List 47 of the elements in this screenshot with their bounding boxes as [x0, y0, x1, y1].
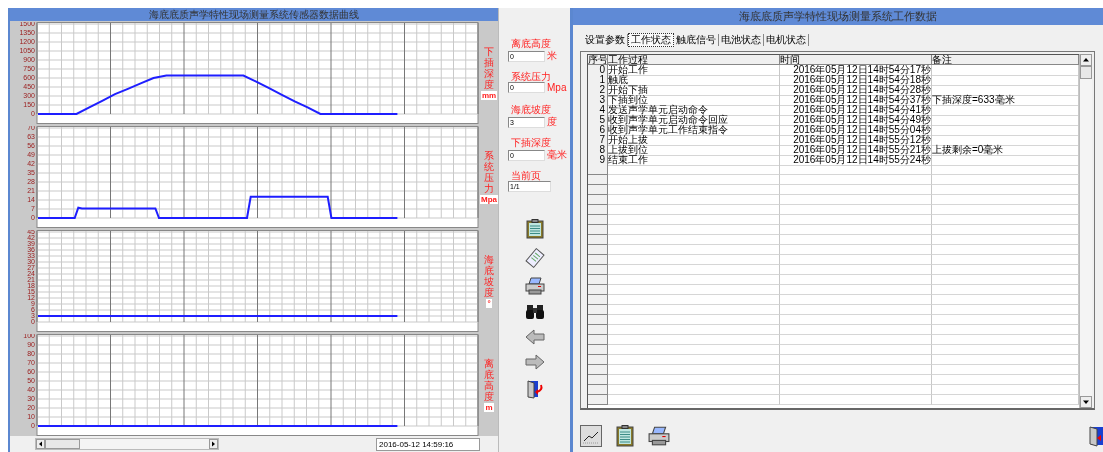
table-cell: 2016年05月12日14时54分28秒 [780, 85, 932, 96]
table-cell: 下插深度=633毫米 [932, 95, 1079, 106]
unit-label: Mpa [547, 82, 567, 93]
table-cell: 2016年05月12日14时54分37秒 [780, 95, 932, 106]
tab[interactable]: 工作状态 [628, 33, 674, 47]
unit-label: mm [480, 91, 498, 100]
unit-label: ° [486, 299, 492, 308]
table-cell: 2016年05月12日14时55分24秒 [780, 155, 932, 166]
table-cell: 2016年05月12日14时54分18秒 [780, 75, 932, 86]
field-label: 系统压力 [510, 71, 552, 82]
table-cell: 2016年05月12日14时54分41秒 [780, 105, 932, 116]
unit-label: Mpa [480, 195, 498, 204]
table-cell: 开始上拔 [608, 135, 780, 146]
unit-label: 米 [547, 49, 557, 63]
field-label: 当前页 [510, 170, 542, 181]
panel-title: 海底底质声学特性现场测量系统工作数据 [573, 8, 1103, 25]
table-cell: 上拔剩余=0毫米 [932, 145, 1079, 156]
table-cell: 2016年05月12日14时54分49秒 [780, 115, 932, 126]
tab[interactable]: 电机状态 [764, 34, 809, 46]
axis-label: 海底坡度 [484, 254, 494, 298]
column-header: 备注 [932, 55, 1079, 65]
field-label: 海底坡度 [510, 104, 552, 115]
unit-label: 毫米 [547, 148, 567, 162]
table-cell: 2016年05月12日14时55分12秒 [780, 135, 932, 146]
table-cell: 开始工作 [608, 65, 780, 76]
timestamp-field[interactable]: 2016-05-12 14:59:16 [376, 437, 480, 451]
table-cell: 2016年05月12日14时54分17秒 [780, 65, 932, 76]
table-cell: 触底 [608, 75, 780, 86]
unit-label: 度 [547, 115, 557, 129]
table-cell: 2016年05月12日14时55分21秒 [780, 145, 932, 156]
axis-label: 离底高度 [484, 358, 494, 402]
table-cell: 开始下插 [608, 85, 780, 96]
table-cell: 2016年05月12日14时55分04秒 [780, 125, 932, 136]
field-label: 下插深度 [510, 137, 552, 148]
table-cell: 收到声学单元启动命令回应 [608, 115, 780, 126]
column-header: 时间 [780, 55, 932, 65]
table-cell: 上拔到位 [608, 145, 780, 156]
table-cell: 结束工作 [608, 155, 780, 166]
axis-label: 系统压力 [484, 150, 494, 194]
panel-title: 海底底质声学特性现场测量系统传感器数据曲线 [10, 8, 498, 21]
axis-label: 下插深度 [484, 46, 494, 90]
tab[interactable]: 电池状态 [719, 34, 764, 46]
field-label: 离底高度 [510, 38, 552, 49]
tab[interactable]: 触底信号 [674, 34, 719, 46]
table-cell: 收到声学单元工作结束指令 [608, 125, 780, 136]
column-header: 工作过程 [608, 55, 780, 65]
unit-label: m [484, 403, 494, 412]
